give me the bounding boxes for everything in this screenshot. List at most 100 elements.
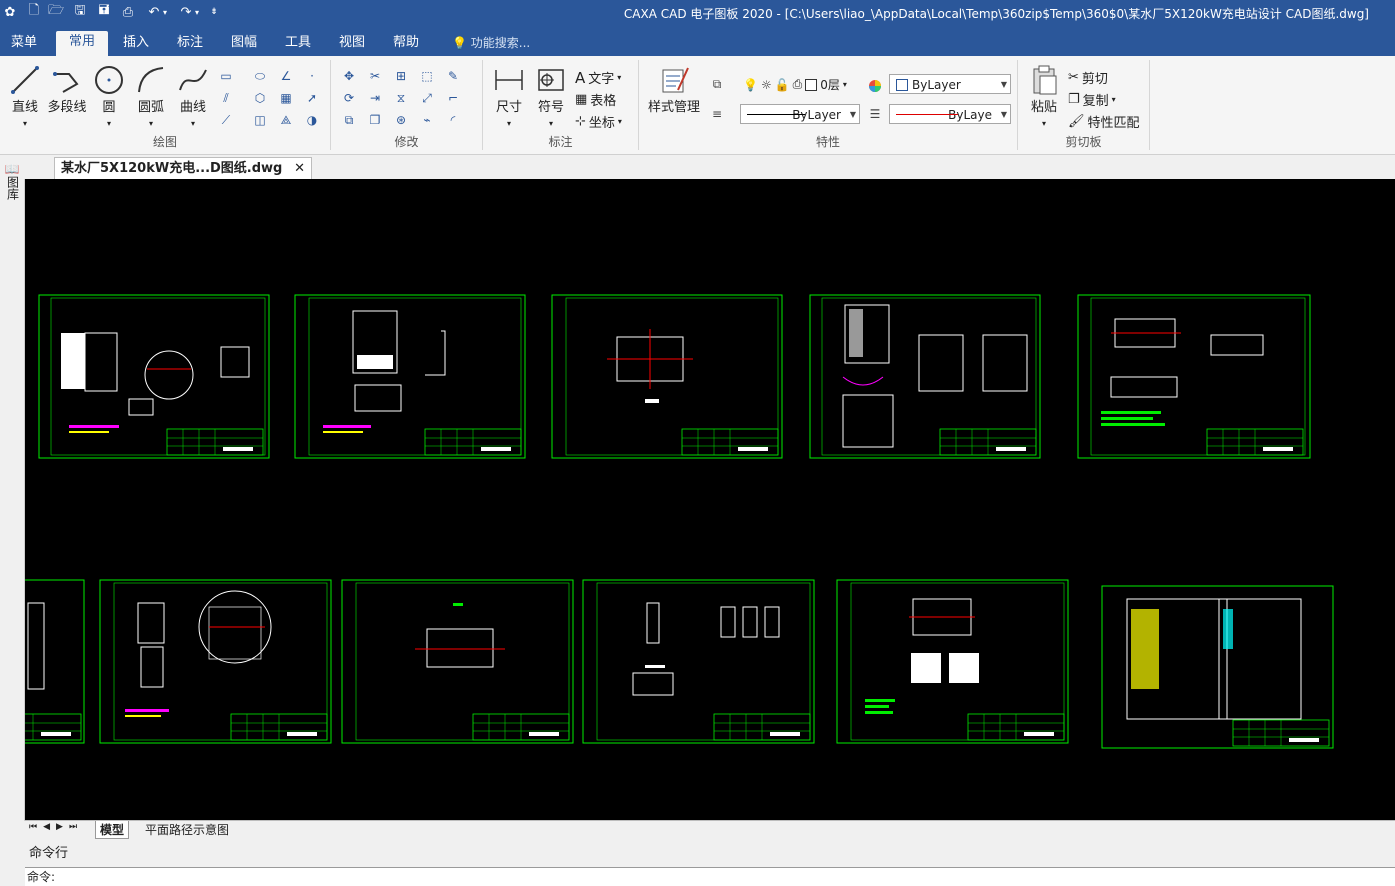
- layer-on-icon: 💡: [743, 77, 758, 92]
- window-title: CAXA CAD 电子图板 2020 - [C:\Users\liao_\App…: [623, 7, 1369, 21]
- symbol-button[interactable]: 符号 ▾: [533, 64, 569, 130]
- save-all-icon[interactable]: 🖬: [94, 3, 114, 21]
- layer-selector[interactable]: 💡 ☼ 🔓 ⎙ 0层 ▾: [743, 76, 847, 93]
- arc-button[interactable]: 圆弧 ▾: [132, 64, 170, 130]
- sheet-4: [809, 294, 1041, 459]
- coordinate-button[interactable]: ⊹ 坐标 ▾: [575, 112, 622, 131]
- tab-menu[interactable]: 菜单: [2, 32, 46, 56]
- sheet-3: [551, 294, 783, 459]
- ribbon-panel: 直线 ▾ 多段线 圆 ▾ 圆弧 ▾ 曲线 ▾ ▭ ⬭ ∠ · ⫽ ⬡ ▦ ➚ ⟋ ◫ ⟁…: [0, 56, 1395, 155]
- mirror-icon[interactable]: ⧖: [393, 90, 409, 106]
- group-clipboard-label: 剪切板: [1065, 135, 1102, 149]
- line-icon: [11, 66, 39, 94]
- cut-button[interactable]: ✂ 剪切: [1068, 68, 1108, 87]
- offset-icon[interactable]: ⧉: [341, 112, 357, 128]
- scissors-icon: ✂: [1068, 70, 1079, 85]
- point-icon[interactable]: ·: [304, 68, 320, 84]
- command-input[interactable]: 命令:: [25, 867, 1395, 886]
- move-icon[interactable]: ✥: [341, 68, 357, 84]
- hatch-icon[interactable]: ▦: [278, 90, 294, 106]
- undo-dropdown-icon[interactable]: ▾: [160, 3, 170, 21]
- scale-icon[interactable]: ⤢: [419, 90, 435, 106]
- linetype-preview-icon: [747, 114, 805, 115]
- tab-tools[interactable]: 工具: [276, 32, 320, 56]
- tab-insert[interactable]: 插入: [114, 32, 158, 56]
- boundary-icon[interactable]: ⟁: [278, 112, 294, 128]
- open-folder-icon[interactable]: 🗁: [46, 3, 66, 21]
- table-button[interactable]: ▦ 表格: [575, 90, 616, 109]
- circle-icon: [95, 66, 123, 94]
- group-modify-label: 修改: [394, 135, 419, 149]
- angle-line-icon[interactable]: ∠: [278, 68, 294, 84]
- tab-help[interactable]: 帮助: [384, 32, 428, 56]
- symbol-icon: [538, 69, 564, 91]
- sheet-8: [341, 579, 574, 744]
- new-file-icon[interactable]: 🗋: [24, 3, 44, 21]
- lineweight-icon[interactable]: ☰: [867, 106, 883, 122]
- copy-icon: ❐: [1068, 92, 1080, 107]
- line-button[interactable]: 直线 ▾: [8, 64, 42, 130]
- tab-layout-path-diagram[interactable]: 平面路径示意图: [141, 821, 233, 838]
- color-wheel-icon[interactable]: [867, 78, 883, 94]
- stretch-icon[interactable]: ⬚: [419, 68, 435, 84]
- trim-icon[interactable]: ✂: [367, 68, 383, 84]
- line-style-icon[interactable]: ≡: [709, 106, 725, 122]
- block-icon[interactable]: ◫: [252, 112, 268, 128]
- group-draw-label: 绘图: [152, 135, 177, 149]
- eraser-icon[interactable]: ✎: [445, 68, 461, 84]
- polygon-icon[interactable]: ⬡: [252, 90, 268, 106]
- polyline-button[interactable]: 多段线: [46, 64, 88, 115]
- polyline-icon: [53, 72, 79, 93]
- layer-print-icon: ⎙: [792, 77, 803, 91]
- arc-icon: [138, 67, 164, 93]
- ellipse-icon[interactable]: ⬭: [252, 68, 268, 84]
- sheet-11: [1101, 585, 1334, 749]
- centerline-icon[interactable]: ⟋: [218, 112, 234, 128]
- curve-button[interactable]: 曲线 ▾: [174, 64, 212, 130]
- circle-button[interactable]: 圆 ▾: [92, 64, 126, 130]
- chamfer-icon[interactable]: ⌐: [445, 90, 461, 106]
- image-icon[interactable]: ◑: [304, 112, 320, 128]
- break-icon[interactable]: ⌁: [419, 112, 435, 128]
- feature-search[interactable]: 💡 功能搜索...: [452, 34, 530, 51]
- app-logo-icon[interactable]: ✿: [0, 3, 20, 21]
- tab-home[interactable]: 常用: [56, 31, 108, 56]
- save-icon[interactable]: 🖫: [70, 3, 90, 21]
- group-draw: 直线 ▾ 多段线 圆 ▾ 圆弧 ▾ 曲线 ▾ ▭ ⬭ ∠ · ⫽ ⬡ ▦ ➚ ⟋ ◫ ⟁…: [0, 60, 331, 150]
- layout-nav-icons[interactable]: ⏮◀▶⏭: [29, 822, 83, 832]
- extend-icon[interactable]: ⇥: [367, 90, 383, 106]
- explode-icon[interactable]: ⊛: [393, 112, 409, 128]
- paste-button[interactable]: 粘贴 ▾: [1026, 64, 1062, 130]
- close-tab-icon[interactable]: ✕: [294, 158, 305, 179]
- color-dropdown[interactable]: ByLayer ▼: [889, 74, 1011, 94]
- library-tab[interactable]: 📖 图库: [4, 163, 20, 203]
- color-swatch-icon: [896, 79, 908, 91]
- rotate-icon[interactable]: ⟳: [341, 90, 357, 106]
- layer-manager-icon[interactable]: ⧉: [709, 76, 725, 92]
- text-button[interactable]: A 文字 ▾: [575, 68, 621, 88]
- arrow-icon[interactable]: ➚: [304, 90, 320, 106]
- paintbrush-icon: 🖌: [1068, 114, 1085, 129]
- sheet-9: [582, 579, 815, 744]
- fillet-icon[interactable]: ◜: [445, 112, 461, 128]
- copy-object-icon[interactable]: ❐: [367, 112, 383, 128]
- copy-button[interactable]: ❐ 复制 ▾: [1068, 90, 1116, 109]
- redo-dropdown-icon[interactable]: ▾: [192, 3, 202, 21]
- linetype-dropdown[interactable]: ByLayer ▼: [740, 104, 860, 124]
- parallel-line-icon[interactable]: ⫽: [218, 90, 234, 106]
- tab-annotate[interactable]: 标注: [168, 32, 212, 56]
- drawing-canvas[interactable]: [25, 179, 1395, 820]
- print-icon[interactable]: ⎙: [118, 3, 138, 21]
- rectangle-icon[interactable]: ▭: [218, 68, 234, 84]
- tab-view[interactable]: 视图: [330, 32, 374, 56]
- array-icon[interactable]: ⊞: [393, 68, 409, 84]
- tab-model[interactable]: 模型: [95, 821, 130, 839]
- customize-toolbar-icon[interactable]: ⇟: [208, 3, 220, 21]
- dimension-button[interactable]: 尺寸 ▾: [489, 64, 529, 130]
- document-tab[interactable]: 某水厂5X120kW充电...D图纸.dwg ✕: [54, 157, 312, 179]
- dimension-icon: [495, 70, 523, 90]
- lineweight-dropdown[interactable]: ByLaye ▼: [889, 104, 1011, 124]
- tab-sheet[interactable]: 图幅: [222, 32, 266, 56]
- match-properties-button[interactable]: 🖌 特性匹配: [1068, 112, 1140, 131]
- style-manager-button[interactable]: 样式管理: [643, 64, 705, 115]
